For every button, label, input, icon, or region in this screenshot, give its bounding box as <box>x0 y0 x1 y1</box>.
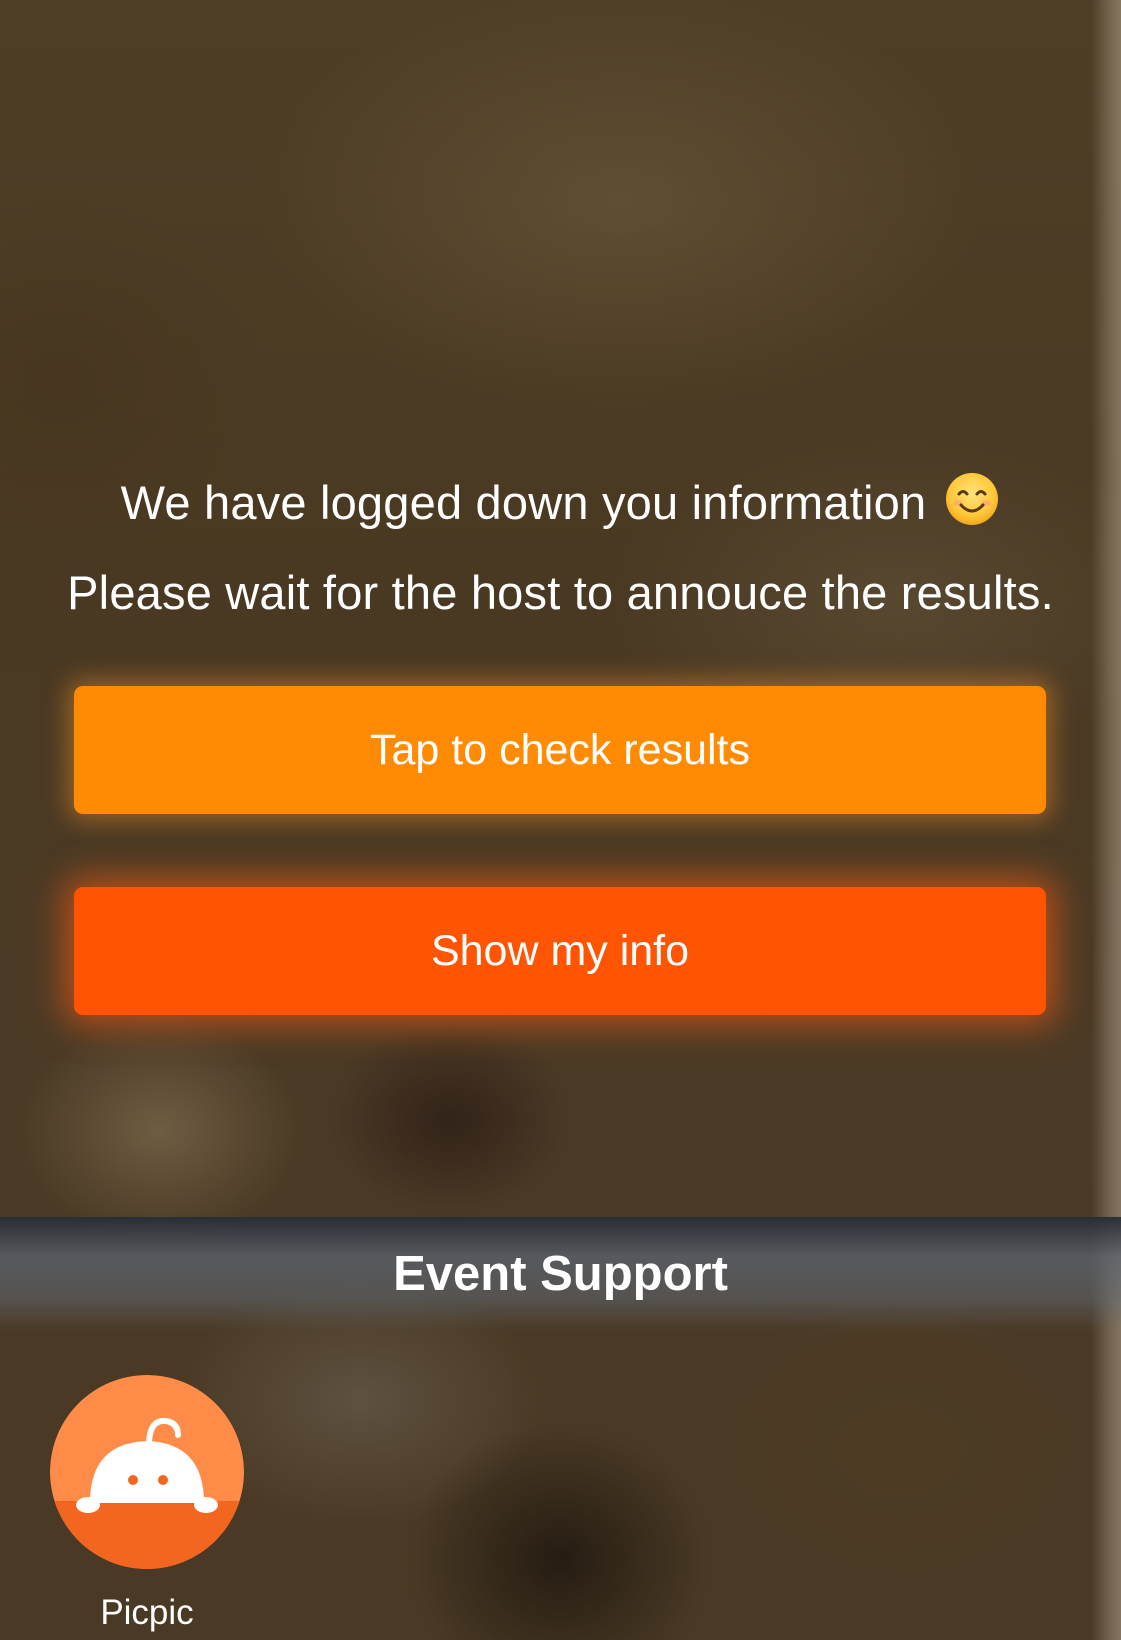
app-name-picpic: Picpic <box>100 1593 194 1632</box>
event-support-title: Event Support <box>393 1247 728 1301</box>
show-my-info-button[interactable]: Show my info <box>74 887 1046 1015</box>
message-line-1-text: We have logged down you information <box>120 476 927 529</box>
smiling-face-emoji-icon <box>944 466 1000 525</box>
message-line-1: We have logged down you information <box>0 458 1121 548</box>
check-results-button[interactable]: Tap to check results <box>74 686 1046 814</box>
app-tile-picpic[interactable]: Picpic <box>50 1375 244 1633</box>
status-message: We have logged down you information Plea… <box>0 458 1121 638</box>
picpic-app-icon[interactable] <box>50 1375 244 1569</box>
message-line-2: Please wait for the host to annouce the … <box>67 566 1054 619</box>
screen-edge-shadow <box>1091 0 1121 1640</box>
